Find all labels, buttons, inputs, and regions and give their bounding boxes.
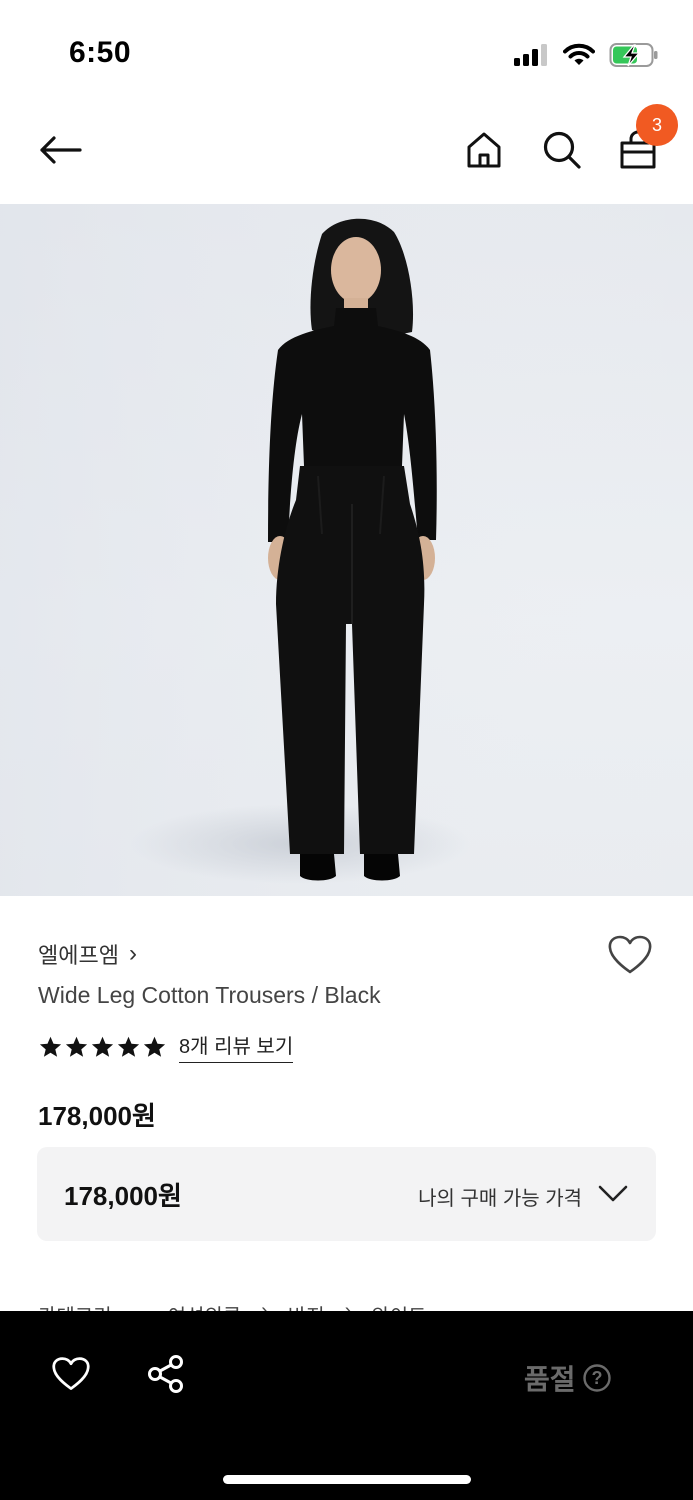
wifi-icon xyxy=(563,43,595,65)
nav-bar xyxy=(0,100,693,204)
product-image[interactable] xyxy=(0,204,693,896)
status-bar: 6:50 xyxy=(0,0,693,100)
model-photo xyxy=(0,204,693,896)
my-price-dropdown[interactable]: 178,000원 나의 구매 가능 가격 xyxy=(37,1147,656,1241)
svg-text:?: ? xyxy=(591,1368,602,1388)
home-icon xyxy=(467,132,501,168)
share-icon xyxy=(148,1355,183,1393)
home-indicator[interactable] xyxy=(223,1475,471,1484)
back-arrow-icon xyxy=(40,136,82,164)
star-icon xyxy=(117,1036,140,1057)
review-link[interactable]: 8개 리뷰 보기 xyxy=(179,1030,294,1063)
battery-charging-icon xyxy=(609,43,658,67)
star-icon xyxy=(39,1036,62,1057)
brand-name: 엘에프엠 xyxy=(38,943,119,968)
status-time: 6:50 xyxy=(69,36,132,69)
brand-link[interactable]: 엘에프엠 › xyxy=(38,938,137,970)
search-icon xyxy=(543,131,581,169)
home-button[interactable] xyxy=(460,124,508,176)
brand-chevron-icon: › xyxy=(128,940,137,967)
soldout-label: 품절 xyxy=(524,1364,576,1395)
heart-icon xyxy=(608,935,652,974)
question-circle-icon[interactable]: ? xyxy=(582,1363,612,1393)
back-button[interactable] xyxy=(34,124,86,176)
star-icon xyxy=(65,1036,88,1057)
chevron-down-icon xyxy=(598,1181,628,1207)
cart-count-badge: 3 xyxy=(636,104,678,146)
star-icon xyxy=(143,1036,166,1057)
share-button[interactable] xyxy=(143,1351,189,1397)
star-icon xyxy=(91,1036,114,1057)
product-name: Wide Leg Cotton Trousers / Black xyxy=(38,982,381,1008)
wishlist-button[interactable] xyxy=(606,932,654,978)
bottom-action-bar: 품절 ? xyxy=(0,1311,693,1500)
my-price-value: 178,000원 xyxy=(64,1181,182,1211)
product-price: 178,000원 xyxy=(38,1101,156,1131)
search-button[interactable] xyxy=(538,124,586,176)
rating-row: 8개 리뷰 보기 xyxy=(38,1030,294,1063)
soldout-status: 품절 ? xyxy=(524,1358,612,1398)
cellular-signal-icon xyxy=(514,44,547,66)
status-icons xyxy=(513,40,659,70)
rating-stars xyxy=(38,1035,167,1059)
bottom-wishlist-button[interactable] xyxy=(48,1351,94,1397)
my-price-label: 나의 구매 가능 가격 xyxy=(418,1188,582,1210)
heart-icon xyxy=(52,1357,90,1390)
